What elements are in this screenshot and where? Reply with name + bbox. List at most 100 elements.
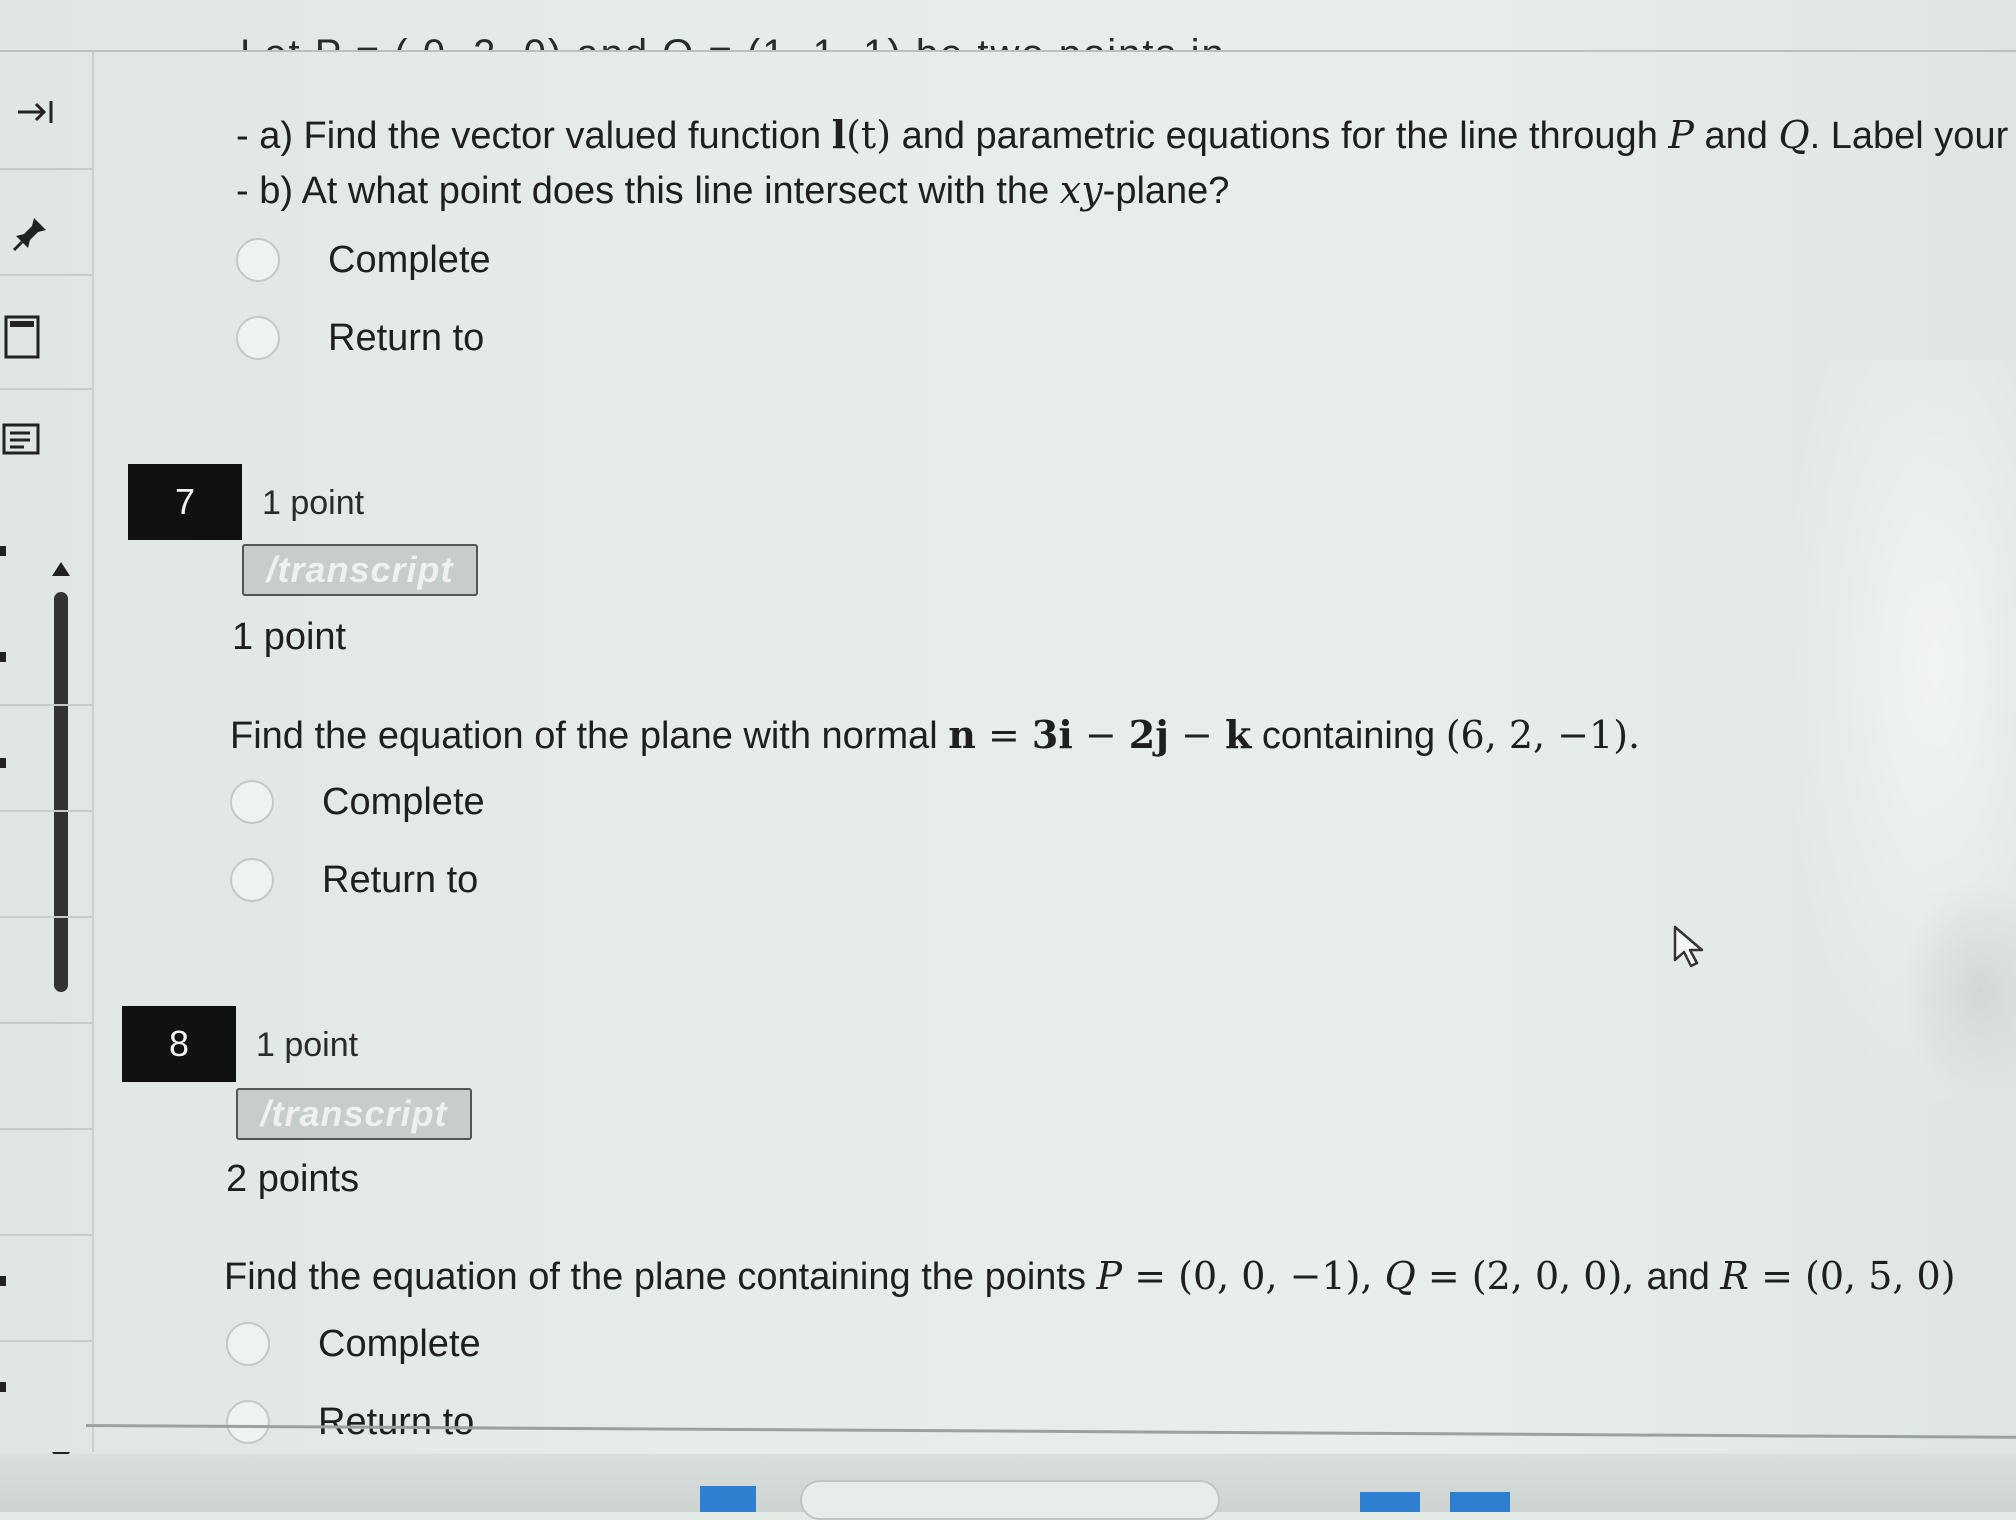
radio-button[interactable]	[236, 316, 280, 360]
screen-glare	[1780, 360, 2016, 1120]
q6a-point-P: P	[1668, 113, 1694, 157]
question-number: 8	[168, 1023, 190, 1064]
question8-body-points: 2 points	[226, 1158, 359, 1201]
option-label: Return to	[328, 316, 485, 359]
q7-term-k: k	[1224, 712, 1252, 757]
rail-separator	[0, 704, 92, 706]
q6-option-return[interactable]: Return to	[236, 316, 484, 360]
mouse-pointer-icon	[1672, 924, 1708, 975]
q8-and: and	[1646, 1256, 1721, 1298]
q6a-func-arg: (t)	[846, 113, 892, 157]
previous-question-text-cutoff: Let P = ( 0, 2, 0) and Q = (1, 1, 1) be …	[240, 28, 1360, 50]
taskbar-app-icon[interactable]	[1450, 1492, 1510, 1512]
points-label: 1 point	[256, 1026, 359, 1064]
sidebar-scrollbar[interactable]	[54, 592, 68, 992]
q8-option-return[interactable]: Return to	[226, 1400, 474, 1444]
pin-icon[interactable]	[8, 212, 52, 256]
scroll-up-arrow-icon[interactable]	[52, 562, 70, 576]
option-label: Return to	[322, 858, 479, 901]
transcript-button[interactable]: /transcript	[236, 1088, 472, 1140]
start-menu-icon[interactable]	[700, 1486, 756, 1512]
question7-header-points: 1 point	[262, 484, 364, 523]
rail-marker	[0, 546, 6, 556]
left-sidebar-rail	[0, 52, 94, 1466]
question7-text: Find the equation of the plane with norm…	[230, 712, 1640, 758]
transcript-label: /transcript	[266, 549, 454, 590]
points-label: 1 point	[262, 484, 365, 522]
question-number: 7	[174, 481, 196, 522]
collapse-rail-icon[interactable]	[14, 92, 58, 132]
question7-body-points: 1 point	[232, 616, 346, 659]
option-label: Complete	[328, 238, 491, 281]
q7-term-j: 2j	[1128, 712, 1169, 757]
radio-button[interactable]	[230, 858, 274, 902]
rail-marker	[0, 1382, 6, 1392]
option-label: Complete	[322, 780, 485, 823]
question-number-badge: 8	[122, 1006, 236, 1082]
rail-marker	[0, 758, 6, 768]
rail-separator	[0, 168, 92, 170]
q6-option-complete[interactable]: Complete	[236, 238, 491, 282]
points-label: 1 point	[232, 616, 347, 658]
q7-option-return[interactable]: Return to	[230, 858, 478, 902]
notes-icon-svg	[2, 423, 40, 455]
rail-marker	[0, 652, 6, 662]
transcript-label: /transcript	[260, 1093, 448, 1134]
points-label: 2 points	[226, 1158, 360, 1200]
rail-separator	[0, 810, 92, 812]
bookmark-icon[interactable]	[0, 312, 44, 362]
question6-part-a: - a) Find the vector valued function l(t…	[236, 112, 2008, 158]
collapse-rail-icon-svg	[18, 101, 53, 123]
question-number-badge: 7	[128, 464, 242, 540]
question8-text: Find the equation of the plane containin…	[224, 1254, 1956, 1299]
q7-option-complete[interactable]: Complete	[230, 780, 485, 824]
option-label: Return to	[318, 1400, 475, 1443]
top-divider	[0, 50, 2016, 52]
cutoff-text: Let P = ( 0, 2, 0) and Q = (1, 1, 1) be …	[240, 32, 1226, 50]
q7-prefix: Find the equation of the plane with norm…	[230, 715, 949, 757]
q7-point: (6, 2, −1).	[1445, 713, 1641, 757]
question8-header-points: 1 point	[256, 1026, 358, 1065]
taskbar-search-input[interactable]	[800, 1480, 1220, 1520]
q6a-and: and	[1693, 115, 1779, 157]
q8-point-R: R	[1720, 1254, 1750, 1298]
radio-button[interactable]	[226, 1400, 270, 1444]
q6b-suffix: -plane?	[1102, 170, 1230, 212]
rail-separator	[0, 916, 92, 918]
taskbar-app-icon[interactable]	[1360, 1492, 1420, 1512]
q7-normal-symbol: n	[948, 712, 976, 757]
option-label: Complete	[318, 1322, 481, 1365]
mouse-pointer-icon-svg	[1673, 925, 1704, 968]
q7-minus: −	[1072, 713, 1129, 757]
page-background: Let P = ( 0, 2, 0) and Q = (1, 1, 1) be …	[0, 0, 2016, 1520]
q8-point-Q-value: = (2, 0, 0),	[1415, 1254, 1647, 1298]
q8-point-R-value: = (0, 5, 0)	[1749, 1254, 1956, 1298]
q8-point-Q: Q	[1384, 1254, 1416, 1298]
rail-separator	[0, 1022, 92, 1024]
q6a-tail: . Label your	[1809, 115, 2009, 157]
rail-separator	[0, 1234, 92, 1236]
rail-separator	[0, 388, 92, 390]
rail-marker	[0, 1276, 6, 1286]
rail-separator	[0, 1128, 92, 1130]
rail-separator	[0, 1340, 92, 1342]
q8-option-complete[interactable]: Complete	[226, 1322, 481, 1366]
radio-button[interactable]	[226, 1322, 270, 1366]
radio-button[interactable]	[230, 780, 274, 824]
radio-button[interactable]	[236, 238, 280, 282]
q6a-prefix: - a) Find the vector valued function	[236, 115, 832, 157]
q7-containing: containing	[1251, 715, 1446, 757]
bookmark-icon-svg	[4, 315, 40, 359]
question6-part-b: - b) At what point does this line inters…	[236, 168, 1229, 213]
q7-minus: −	[1168, 713, 1225, 757]
screen-glare-secondary	[1900, 880, 2016, 1100]
q6b-prefix: - b) At what point does this line inters…	[236, 170, 1060, 212]
q8-point-P-value: = (0, 0, −1),	[1122, 1254, 1385, 1298]
q7-term-i: 3i	[1031, 712, 1073, 757]
pin-icon-svg	[12, 218, 46, 252]
q7-equals: =	[975, 713, 1032, 757]
q6a-point-Q: Q	[1778, 113, 1810, 157]
q6b-plane-symbol: xy	[1059, 168, 1103, 212]
notes-icon[interactable]	[0, 420, 44, 460]
transcript-button[interactable]: /transcript	[242, 544, 478, 596]
